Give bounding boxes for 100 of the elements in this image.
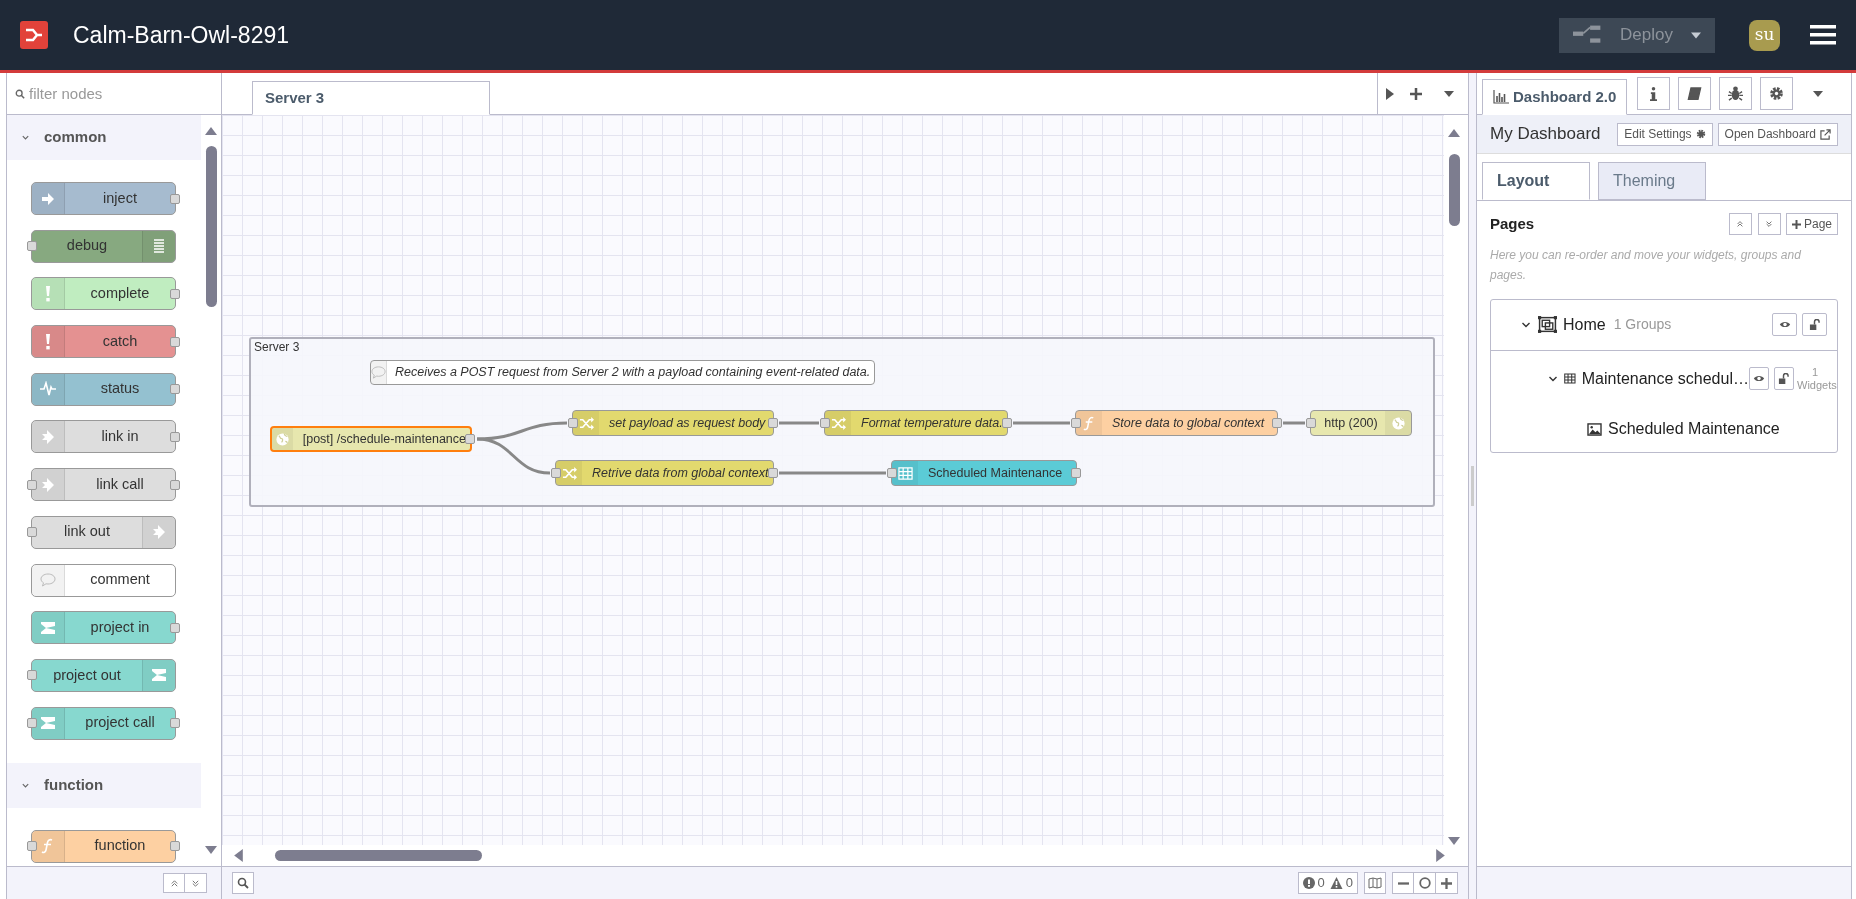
port-handle[interactable]	[170, 193, 180, 204]
expand-all-button[interactable]	[185, 873, 207, 893]
comment-node[interactable]: Receives a POST request from Server 2 with a payload containing event-related data.	[370, 360, 875, 385]
plus-icon	[1441, 877, 1452, 889]
caret-icon[interactable]	[1813, 90, 1824, 97]
circle-icon	[1418, 877, 1431, 889]
list-icon	[151, 238, 167, 255]
settings-icon	[1769, 86, 1785, 101]
widget-name[interactable]: Scheduled Maintenance	[1608, 417, 1780, 441]
logo-icon	[20, 21, 48, 49]
scrollbar-thumb[interactable]	[206, 146, 218, 307]
collapse-all-button[interactable]	[1728, 213, 1752, 236]
port-handle[interactable]	[887, 468, 897, 478]
lock-button[interactable]	[1802, 313, 1827, 336]
scrollbar-thumb[interactable]	[275, 850, 482, 861]
split-arrows-icon	[151, 667, 167, 684]
port-handle[interactable]	[1002, 418, 1012, 428]
palette-node[interactable]: comment	[31, 563, 176, 597]
edit-settings-button[interactable]: Edit Settings	[1617, 122, 1713, 146]
port-handle[interactable]	[170, 288, 180, 299]
port-handle[interactable]	[170, 384, 180, 395]
visibility-button[interactable]	[1748, 367, 1769, 390]
open-dashboard-button[interactable]: Open Dashboard	[1717, 122, 1838, 146]
category-header[interactable]: common	[7, 115, 202, 160]
page-name[interactable]: Home	[1563, 312, 1606, 337]
port-handle[interactable]	[27, 527, 37, 538]
scrollbar-thumb[interactable]	[1449, 154, 1460, 226]
category-header[interactable]: function	[7, 762, 202, 808]
help-button[interactable]	[1678, 77, 1712, 110]
zoom-reset-button[interactable]	[1414, 872, 1436, 894]
port-handle[interactable]	[170, 479, 180, 490]
layout-tab[interactable]: Layout	[1482, 162, 1590, 200]
speech-bubble-icon	[371, 365, 386, 380]
flow-tab[interactable]: Server 3	[252, 81, 490, 115]
port-handle[interactable]	[1071, 418, 1081, 428]
globe-icon	[274, 431, 290, 447]
status-counts-button[interactable]: 0 0	[1297, 872, 1358, 894]
port-handle[interactable]	[170, 622, 180, 633]
double-chevron-down-icon	[191, 878, 200, 888]
up-arrow-icon[interactable]	[1448, 129, 1460, 137]
info-button[interactable]	[1637, 77, 1671, 110]
play-icon[interactable]	[1386, 87, 1394, 100]
up-arrow-icon[interactable]	[205, 127, 218, 135]
scrollbar[interactable]	[201, 115, 221, 866]
port-handle[interactable]	[27, 670, 37, 681]
port-handle[interactable]	[27, 241, 37, 252]
settings-icon	[1695, 129, 1706, 139]
port-handle[interactable]	[27, 718, 37, 729]
port-handle[interactable]	[1071, 468, 1081, 478]
split-arrows-icon	[40, 619, 56, 636]
collapse-all-button[interactable]	[163, 873, 185, 893]
port-handle[interactable]	[551, 468, 561, 478]
port-handle[interactable]	[27, 479, 37, 490]
lock-button[interactable]	[1774, 367, 1794, 390]
caret-icon[interactable]	[1444, 90, 1454, 97]
map-icon	[1368, 877, 1382, 889]
down-arrow-icon[interactable]	[205, 846, 218, 854]
splitter[interactable]	[1468, 73, 1477, 899]
search-button[interactable]	[232, 872, 254, 894]
group-name[interactable]: Maintenance schedul…	[1581, 366, 1749, 391]
port-handle[interactable]	[170, 431, 180, 442]
hint-text: Here you can re-order and move your widgets, groups and pages.	[1490, 246, 1802, 284]
dashboard-name: My Dashboard	[1490, 123, 1601, 146]
port-handle[interactable]	[170, 718, 180, 729]
port-handle[interactable]	[170, 336, 180, 347]
caret-icon	[1691, 31, 1701, 39]
expand-all-button[interactable]	[1757, 213, 1781, 236]
port-handle[interactable]	[1272, 418, 1282, 428]
zoom-out-button[interactable]	[1392, 872, 1414, 894]
down-arrow-icon[interactable]	[1448, 837, 1460, 845]
section-heading: Pages	[1490, 214, 1535, 234]
left-arrow-icon[interactable]	[234, 849, 243, 862]
right-arrow-icon[interactable]	[1436, 849, 1445, 862]
settings-button[interactable]	[1760, 77, 1794, 110]
zoom-in-button[interactable]	[1436, 872, 1458, 894]
menu-icon[interactable]	[1810, 24, 1836, 46]
item-count: 1 Groups	[1613, 315, 1672, 334]
port-handle[interactable]	[465, 434, 475, 444]
add-page-button[interactable]: Page	[1785, 213, 1838, 236]
sidebar-tab[interactable]: Dashboard 2.0	[1482, 79, 1628, 115]
port-handle[interactable]	[170, 841, 180, 852]
image-icon	[1587, 422, 1602, 436]
visibility-button[interactable]	[1772, 313, 1797, 336]
port-handle[interactable]	[768, 418, 778, 428]
flow-node[interactable]: [post] /schedule-maintenance	[270, 426, 472, 452]
port-handle[interactable]	[568, 418, 578, 428]
map-button[interactable]	[1364, 872, 1386, 894]
chevron-icon	[21, 133, 30, 142]
debug-button[interactable]	[1719, 77, 1753, 110]
table-icon	[1564, 372, 1576, 385]
unlock-icon	[1778, 373, 1790, 384]
flow-canvas[interactable]	[222, 115, 1445, 845]
app-title: Calm-Barn-Owl-8291	[73, 20, 289, 50]
add-icon[interactable]	[1410, 87, 1422, 100]
port-handle[interactable]	[1306, 418, 1316, 428]
port-handle[interactable]	[27, 841, 37, 852]
port-handle[interactable]	[768, 468, 778, 478]
shuffle-icon	[578, 415, 594, 431]
port-handle[interactable]	[820, 418, 830, 428]
layout-tab[interactable]: Theming	[1598, 162, 1706, 200]
